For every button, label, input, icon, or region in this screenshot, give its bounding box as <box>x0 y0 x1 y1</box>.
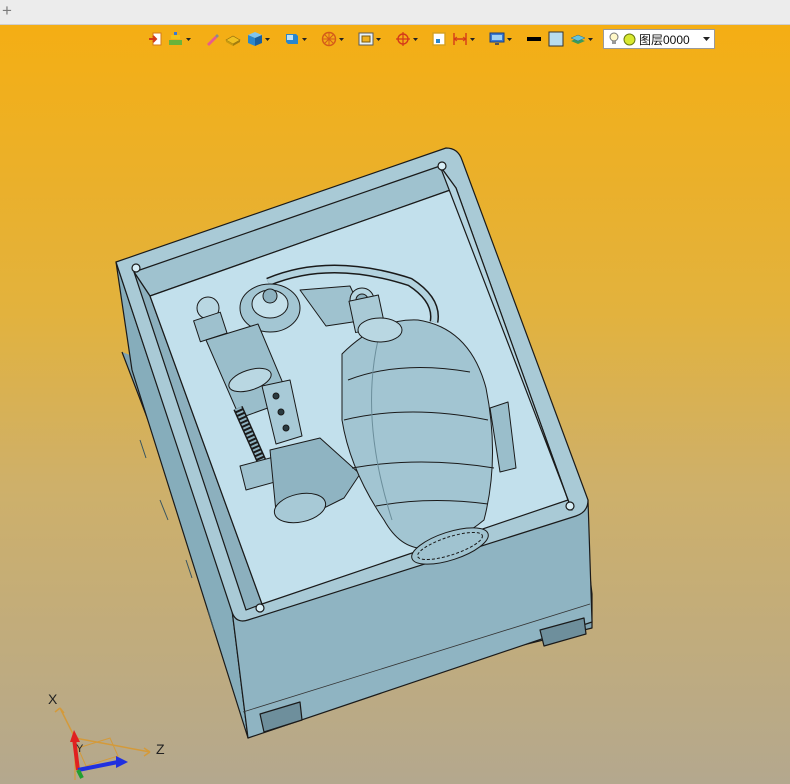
x-axis-label: X <box>48 691 58 707</box>
chevron-down-icon[interactable] <box>469 28 476 50</box>
chevron-down-icon[interactable] <box>185 28 192 50</box>
y-axis-label: Y <box>76 743 84 755</box>
import-button[interactable] <box>146 28 164 50</box>
layers-button[interactable] <box>568 28 595 50</box>
coordinate-triad: X Y Z <box>48 691 165 780</box>
layer-paint-button[interactable] <box>166 28 193 50</box>
line-color-button[interactable] <box>524 28 544 50</box>
chevron-down-icon[interactable] <box>587 28 594 50</box>
tab-strip: + <box>0 0 790 25</box>
layers-icon <box>570 34 586 44</box>
frame-icon <box>432 32 446 46</box>
chevron-down-icon[interactable] <box>703 37 710 41</box>
target-icon <box>396 32 410 46</box>
chevron-down-icon[interactable] <box>301 28 308 50</box>
solid-box-icon <box>248 32 262 46</box>
import-icon <box>149 32 162 46</box>
graphics-viewport[interactable]: X Y Z <box>0 52 790 784</box>
z-axis-label: Z <box>156 741 165 757</box>
sheet-shape-icon <box>225 35 241 46</box>
dimension-icon <box>453 33 467 45</box>
view-toolbar: 图层0000 <box>146 27 715 51</box>
dimension-button[interactable] <box>450 28 477 50</box>
pen-icon <box>207 34 219 46</box>
display-mode-button[interactable] <box>282 28 309 50</box>
layer-select[interactable]: 图层0000 <box>603 29 715 49</box>
new-tab-button[interactable]: + <box>2 1 12 21</box>
solid-box-button[interactable] <box>245 28 272 50</box>
target-button[interactable] <box>393 28 420 50</box>
fill-color-button[interactable] <box>546 28 566 50</box>
monitor-icon <box>489 32 505 45</box>
chevron-down-icon[interactable] <box>264 28 271 50</box>
wheel-icon <box>321 31 337 47</box>
sheet-shape-button[interactable] <box>223 28 243 50</box>
layer-status-dot <box>623 33 636 45</box>
chevron-down-icon[interactable] <box>506 28 513 50</box>
fill-color-icon <box>548 31 564 47</box>
wheel-button[interactable] <box>319 28 346 50</box>
layer-paint-icon <box>169 32 182 45</box>
frame-button[interactable] <box>430 28 448 50</box>
chevron-down-icon[interactable] <box>338 28 345 50</box>
lightbulb-icon <box>609 32 619 44</box>
display-mode-icon <box>286 34 298 44</box>
fit-view-icon <box>358 32 374 46</box>
monitor-button[interactable] <box>487 28 514 50</box>
fit-view-button[interactable] <box>356 28 383 50</box>
chevron-down-icon[interactable] <box>412 28 419 50</box>
pen-button[interactable] <box>203 28 221 50</box>
chevron-down-icon[interactable] <box>375 28 382 50</box>
line-color-icon <box>527 37 541 41</box>
layer-name: 图层0000 <box>639 32 690 47</box>
